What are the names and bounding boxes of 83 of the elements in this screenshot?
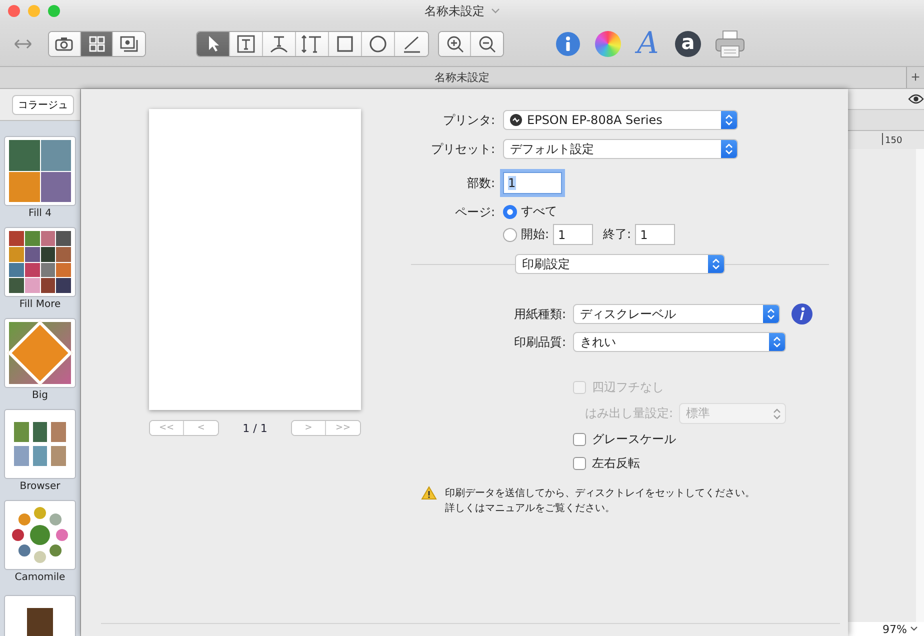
stepper-icon — [708, 255, 724, 273]
template-name: Big — [32, 390, 48, 403]
preset-popup[interactable]: デフォルト設定 — [503, 139, 738, 159]
arc-text-icon — [269, 35, 289, 53]
zoom-out-button[interactable] — [471, 32, 503, 56]
field-label: プリンタ: — [442, 112, 495, 128]
stepper-icon — [763, 305, 779, 323]
printer-popup[interactable]: EPSON EP-808A Series — [503, 110, 738, 130]
from-page-field[interactable]: 1 — [553, 224, 594, 245]
stepper-icon — [721, 140, 737, 158]
rect-tool-button[interactable] — [329, 32, 362, 56]
field-label: 用紙種類: — [512, 306, 566, 322]
copies-field[interactable]: 1 — [503, 172, 562, 194]
zoom-out-icon — [478, 35, 496, 53]
field-label: 印刷品質: — [512, 334, 566, 350]
pointer-tool-button[interactable] — [197, 32, 230, 56]
section-popup[interactable]: 印刷設定 — [515, 254, 725, 274]
template-thumbnail[interactable] — [4, 136, 76, 206]
vertical-text-icon — [301, 35, 323, 53]
warning-icon — [421, 486, 437, 500]
add-tab-button[interactable]: + — [906, 67, 924, 88]
warning-text: 印刷データを送信してから、ディスクトレイをセットしてください。 — [445, 486, 755, 500]
pointer-icon — [206, 35, 220, 53]
checkbox-label: 四辺フチなし — [592, 379, 664, 396]
paper-type-popup[interactable]: ディスクレーベル — [573, 304, 780, 324]
template-name: Browser — [20, 481, 60, 494]
template-thumbnail[interactable] — [4, 318, 76, 388]
verticaltext-tool-button[interactable] — [296, 32, 329, 56]
textbox-tool-button[interactable] — [230, 32, 263, 56]
template-name: Fill More — [19, 299, 61, 312]
template-thumbnail[interactable] — [4, 500, 76, 570]
field-label: 部数: — [466, 174, 495, 192]
stepper-icon — [721, 111, 737, 129]
line-icon — [402, 35, 420, 53]
line-tool-button[interactable] — [395, 32, 428, 56]
template-thumbnail[interactable] — [4, 409, 76, 479]
grid-icon — [88, 36, 104, 52]
text-box-icon — [237, 35, 255, 53]
circle-tool-button[interactable] — [362, 32, 395, 56]
stepper-icon — [769, 333, 785, 351]
eye-icon[interactable] — [908, 94, 924, 104]
page-indicator: 1 / 1 — [242, 422, 268, 434]
field-label: はみ出し量設定: — [585, 405, 674, 422]
color-wheel-icon[interactable] — [595, 31, 621, 57]
stepper-icon — [773, 408, 782, 420]
photo-view-button[interactable] — [113, 32, 145, 56]
chevron-icon[interactable] — [910, 626, 918, 632]
camera-icon — [54, 36, 74, 52]
photo-stack-icon — [120, 36, 138, 52]
checkbox-label: 左右反転 — [592, 455, 640, 472]
ruler-label: 150 — [885, 136, 902, 146]
warning-text: 詳しくはマニュアルをご覧ください。 — [445, 502, 616, 515]
store-icon[interactable]: a — [675, 31, 701, 57]
radio-label: 開始: — [521, 226, 550, 243]
document-tab[interactable]: 名称未設定 — [434, 70, 490, 85]
checkbox-label: グレースケール — [592, 431, 676, 448]
field-label: ページ: — [454, 204, 495, 221]
print-quality-popup[interactable]: きれい — [573, 332, 786, 352]
grid-view-button[interactable] — [81, 32, 113, 56]
radio-button[interactable] — [503, 228, 517, 242]
field-label: 終了: — [603, 226, 632, 243]
template-thumbnail[interactable] — [4, 227, 76, 297]
checkbox[interactable] — [573, 433, 586, 446]
square-icon — [337, 36, 353, 52]
radio-button[interactable] — [503, 204, 517, 218]
radio-label: すべて — [521, 203, 557, 220]
printer-icon[interactable] — [715, 30, 745, 58]
arctext-tool-button[interactable] — [263, 32, 296, 56]
template-name: Camomile — [14, 572, 66, 585]
template-name: Fill 4 — [28, 208, 52, 221]
zoom-in-button[interactable] — [439, 32, 471, 56]
camera-view-button[interactable] — [49, 32, 81, 56]
printer-status-icon — [510, 114, 522, 126]
to-page-field[interactable]: 1 — [635, 224, 676, 245]
info-icon[interactable] — [555, 31, 581, 57]
checkbox[interactable] — [573, 457, 586, 470]
category-button[interactable]: コラージュ — [12, 94, 74, 114]
zoom-in-icon — [446, 35, 464, 53]
info-button[interactable] — [791, 303, 813, 325]
window-title: 名称未設定 — [424, 2, 484, 20]
field-label: プリセット: — [430, 140, 495, 158]
circle-icon — [369, 35, 387, 53]
template-thumbnail[interactable] — [4, 595, 76, 636]
